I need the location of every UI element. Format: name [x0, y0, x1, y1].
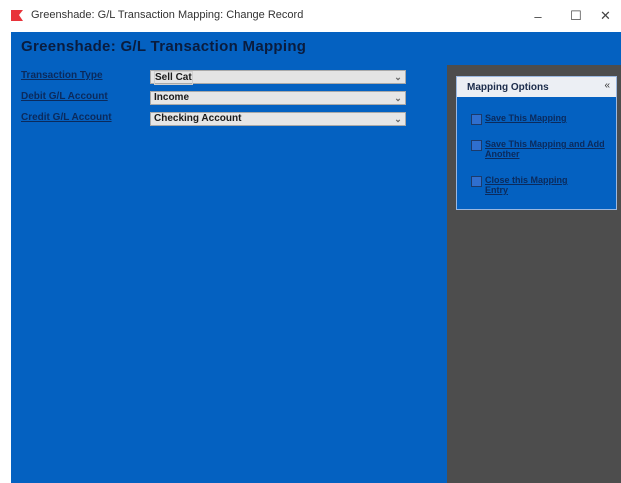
window-title: Greenshade: G/L Transaction Mapping: Cha… — [31, 9, 304, 21]
app-logo-icon — [11, 10, 23, 21]
credit-account-select[interactable]: Checking Account ⌄ — [150, 112, 406, 126]
title-bar: Greenshade: G/L Transaction Mapping: Cha… — [0, 0, 621, 32]
save-and-add-label: Save This Mapping and Add Another — [485, 139, 605, 159]
page-title: Greenshade: G/L Transaction Mapping — [21, 38, 307, 55]
collapse-icon[interactable]: « — [604, 80, 610, 91]
chevron-down-icon[interactable]: ⌄ — [391, 71, 405, 83]
close-mapping-label: Close this Mapping Entry — [485, 175, 568, 195]
main-form-panel: Greenshade: G/L Transaction Mapping Tran… — [11, 32, 447, 483]
debit-account-label[interactable]: Debit G/L Account — [21, 91, 108, 102]
application-window: Greenshade: G/L Transaction Mapping: Cha… — [0, 0, 621, 483]
close-mapping-button[interactable]: Close this Mapping Entry — [471, 175, 585, 195]
mapping-options-panel: Mapping Options « Save This Mapping Save… — [456, 76, 617, 210]
save-add-icon — [471, 140, 482, 151]
close-button[interactable]: ✕ — [590, 3, 621, 29]
close-entry-icon — [471, 176, 482, 187]
save-mapping-label: Save This Mapping — [485, 113, 567, 123]
mapping-options-header: Mapping Options « — [457, 77, 616, 97]
chevron-down-icon[interactable]: ⌄ — [391, 113, 405, 125]
mapping-options-title: Mapping Options — [467, 82, 549, 93]
transaction-type-select[interactable]: Sell Cat ⌄ — [150, 70, 406, 85]
credit-account-value: Checking Account — [154, 113, 242, 124]
save-icon — [471, 114, 482, 125]
header-strip — [447, 32, 621, 65]
credit-account-label[interactable]: Credit G/L Account — [21, 112, 112, 123]
transaction-type-label[interactable]: Transaction Type — [21, 70, 103, 81]
debit-account-value: Income — [154, 92, 190, 103]
chevron-down-icon[interactable]: ⌄ — [391, 92, 405, 104]
minimize-button[interactable]: – — [518, 3, 558, 29]
transaction-type-value: Sell Cat — [154, 71, 193, 85]
save-and-add-button[interactable]: Save This Mapping and Add Another — [471, 139, 605, 159]
debit-account-select[interactable]: Income ⌄ — [150, 91, 406, 105]
save-mapping-button[interactable]: Save This Mapping — [471, 113, 605, 125]
